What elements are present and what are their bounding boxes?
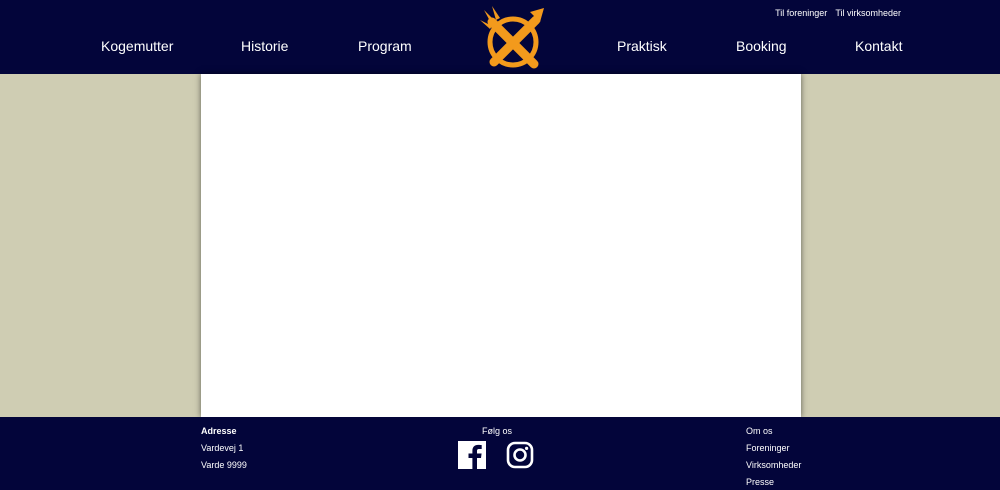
link-foreninger[interactable]: Til foreninger — [775, 8, 827, 18]
logo-icon[interactable] — [478, 4, 548, 72]
footer-follow: Følg os — [460, 423, 534, 440]
address-line: Vardevej 1 — [201, 443, 244, 453]
address-line: Varde 9999 — [201, 460, 247, 470]
footer-link-presse[interactable]: Presse — [746, 474, 801, 490]
main-content — [201, 74, 801, 417]
footer-links: Om os Foreninger Virksomheder Presse — [746, 423, 801, 490]
site-header: Til foreninger Til virksomheder Kogemutt… — [0, 0, 1000, 74]
nav-booking[interactable]: Booking — [736, 38, 787, 54]
address-title: Adresse — [201, 426, 237, 436]
footer-link-om-os[interactable]: Om os — [746, 423, 801, 440]
nav-kontakt[interactable]: Kontakt — [855, 38, 902, 54]
nav-historie[interactable]: Historie — [241, 38, 288, 54]
site-footer: Adresse Vardevej 1 Varde 9999 Følg os Om… — [0, 417, 1000, 490]
link-virksomheder[interactable]: Til virksomheder — [835, 8, 901, 18]
footer-link-foreninger[interactable]: Foreninger — [746, 440, 801, 457]
footer-address: Adresse Vardevej 1 Varde 9999 — [201, 423, 247, 474]
instagram-icon[interactable] — [506, 441, 534, 469]
nav-program[interactable]: Program — [358, 38, 412, 54]
nav-kogemutter[interactable]: Kogemutter — [101, 38, 173, 54]
top-links: Til foreninger Til virksomheder — [775, 8, 901, 18]
nav-praktisk[interactable]: Praktisk — [617, 38, 667, 54]
follow-title: Følg os — [481, 426, 512, 436]
footer-link-virksomheder[interactable]: Virksomheder — [746, 457, 801, 474]
facebook-icon[interactable] — [458, 441, 486, 469]
